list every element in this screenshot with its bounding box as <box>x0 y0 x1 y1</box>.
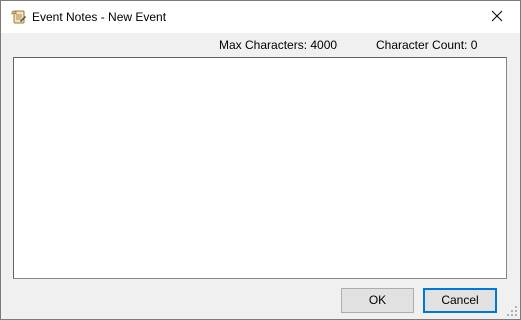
notes-scroll-icon <box>11 9 27 25</box>
title-bar[interactable]: Event Notes - New Event <box>1 1 520 33</box>
notes-textarea[interactable] <box>13 57 507 279</box>
max-characters-label: Max Characters: 4000 <box>219 38 338 52</box>
event-notes-dialog: Event Notes - New Event Max Characters: … <box>0 0 521 320</box>
close-icon <box>491 10 503 25</box>
character-status-bar: Max Characters: 4000 Character Count: 0 <box>1 33 520 55</box>
cancel-button[interactable]: Cancel <box>423 288 497 313</box>
resize-grip-icon[interactable] <box>506 305 518 317</box>
close-button[interactable] <box>474 1 520 33</box>
window-title: Event Notes - New Event <box>32 10 167 24</box>
character-count-label: Character Count: 0 <box>376 38 478 52</box>
ok-button[interactable]: OK <box>341 288 414 313</box>
